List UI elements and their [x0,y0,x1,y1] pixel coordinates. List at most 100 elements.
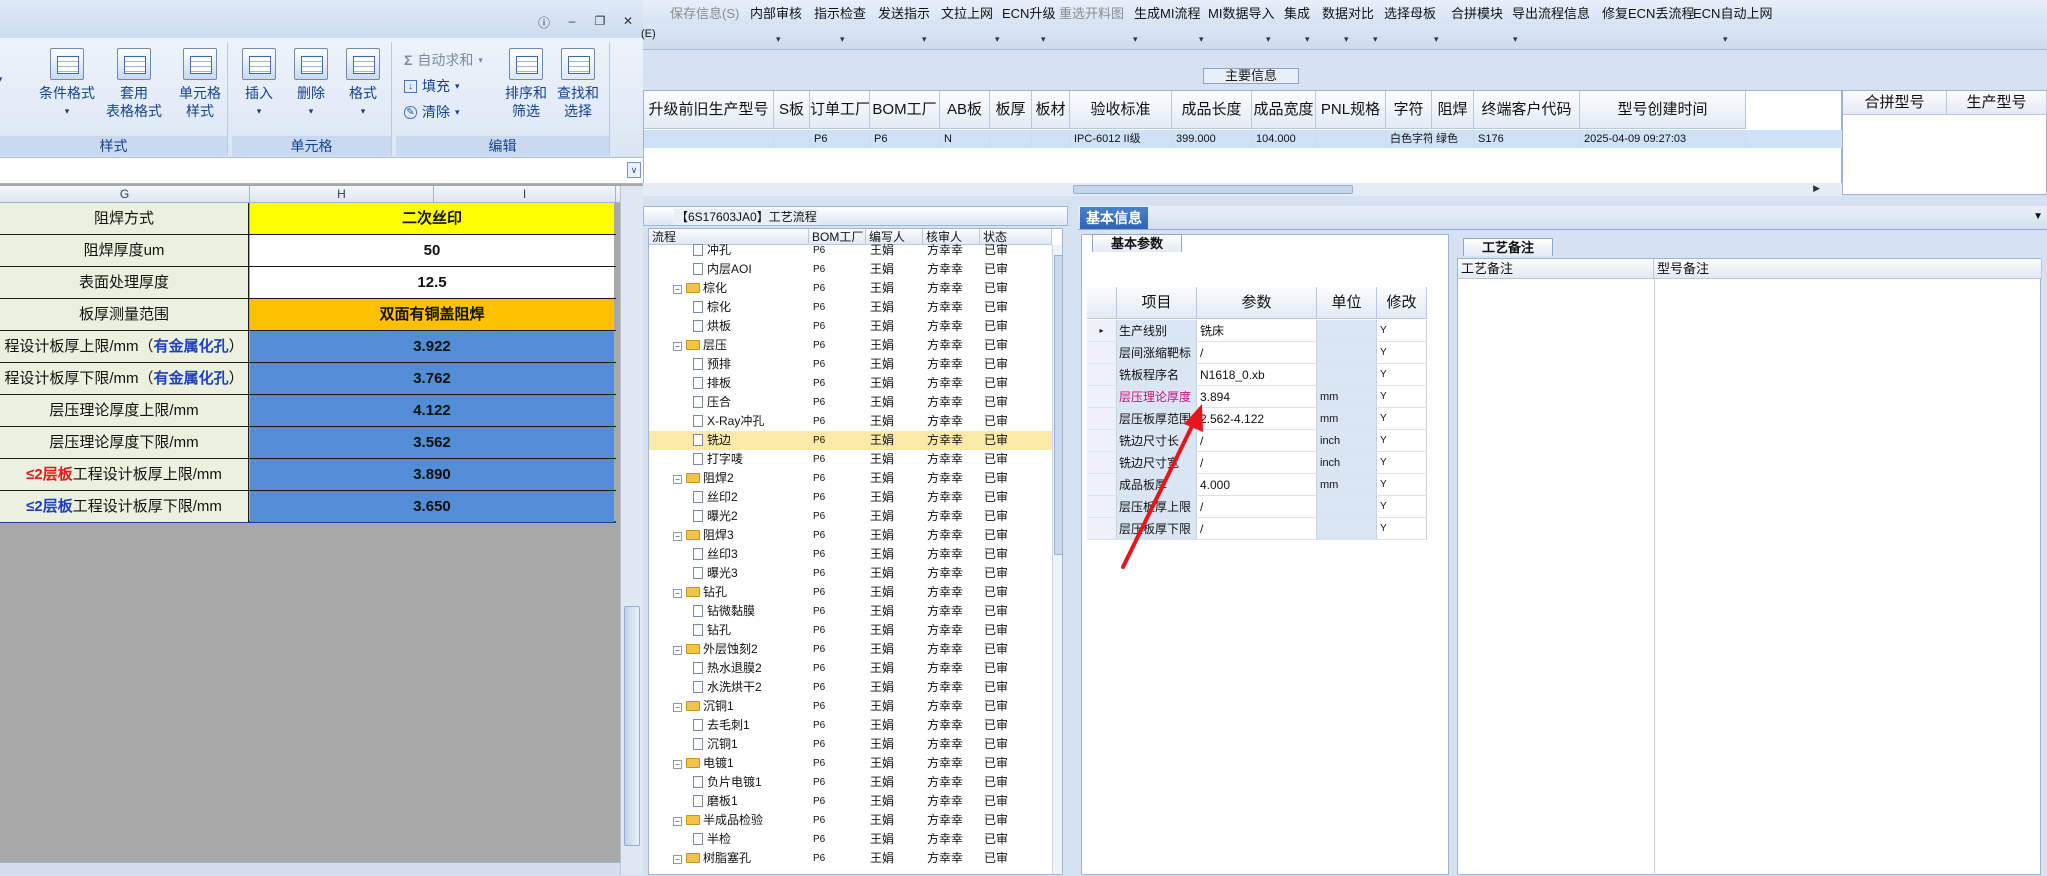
tree-row[interactable]: X-Ray冲孔 P6 王娟 方幸幸 已审核 [649,412,1062,431]
tree-row[interactable]: − 层压 P6 王娟 方幸幸 已审核 [649,336,1062,355]
cell-style-button[interactable]: 单元格 样式 [170,48,230,120]
find-select-button[interactable]: 查找和 选择 [552,48,604,120]
table-cell[interactable] [990,130,1032,148]
column-header[interactable]: BOM工厂 [870,91,940,129]
chevron-down-icon[interactable]: ▾ [1434,34,1439,45]
param-row[interactable]: 铣边尺寸长 / inch Y [1087,430,1427,452]
main-info-horizontal-scrollbar[interactable]: ▶ [643,183,1842,196]
sheet-value-cell[interactable]: 3.762 [250,363,614,394]
tree-row[interactable]: 烘板 P6 王娟 方幸幸 已审核 [649,317,1062,336]
tree-row[interactable]: − 阻焊3 P6 王娟 方幸幸 已审核 [649,526,1062,545]
sheet-value-cell[interactable]: 3.890 [250,459,614,490]
param-column-header[interactable]: 单位 [1317,287,1377,319]
sheet-label-cell[interactable]: 程设计板厚上限/mm（有金属化孔） [0,331,249,362]
param-row[interactable]: 铣板程序名 N1618_0.xb Y [1087,364,1427,386]
param-value[interactable]: 2.562-4.122 [1197,408,1317,429]
tree-row[interactable]: 钻微黏膜 P6 王娟 方幸幸 已审核 [649,602,1062,621]
sheet-label-cell[interactable]: 阻焊方式 [0,203,249,234]
column-header[interactable]: 板厚 [990,91,1032,129]
tree-row[interactable]: 曝光3 P6 王娟 方幸幸 已审核 [649,564,1062,583]
table-cell[interactable]: 399.000 [1172,130,1252,148]
param-row[interactable]: 层间涨缩靶标 / Y [1087,342,1427,364]
menu-item[interactable]: 集成 [1284,3,1310,22]
param-row[interactable]: 层压板厚下限 / Y [1087,518,1427,540]
tab-basic-info[interactable]: 基本信息 [1080,207,1148,229]
tree-row[interactable]: 丝印3 P6 王娟 方幸幸 已审核 [649,545,1062,564]
tree-row[interactable]: 负片电镀1 P6 王娟 方幸幸 已审核 [649,773,1062,792]
sheet-value-cell[interactable]: 3.562 [250,427,614,458]
param-row[interactable]: 铣边尺寸宽 / inch Y [1087,452,1427,474]
sheet-label-cell[interactable]: 层压理论厚度下限/mm [0,427,249,458]
column-header-i[interactable]: I [434,186,616,203]
table-cell[interactable]: 绿色 [1432,130,1474,148]
chevron-down-icon[interactable]: ▾ [776,34,781,45]
table-cell[interactable] [1316,130,1386,148]
sheet-value-cell[interactable]: 3.922 [250,331,614,362]
tree-row[interactable]: 内层AOI P6 王娟 方幸幸 已审核 [649,260,1062,279]
menu-item[interactable]: ECN升级 [1002,3,1055,22]
tree-row[interactable]: 水洗烘干2 P6 王娟 方幸幸 已审核 [649,678,1062,697]
param-value[interactable]: / [1197,452,1317,473]
tree-row[interactable]: 铣边 P6 王娟 方幸幸 已审核 [649,431,1062,450]
tree-row[interactable]: 半检 P6 王娟 方幸幸 已审核 [649,830,1062,849]
table-cell[interactable]: 白色字符 [1386,130,1434,148]
collapse-icon[interactable]: − [673,589,682,598]
sort-filter-button[interactable]: 排序和 筛选 [500,48,552,120]
sheet-label-cell[interactable]: 阻焊厚度um [0,235,249,266]
tree-row[interactable]: − 树脂塞孔 P6 王娟 方幸幸 已审核 [649,849,1062,868]
tree-row[interactable]: − 外层蚀刻2 P6 王娟 方幸幸 已审核 [649,640,1062,659]
collapse-icon[interactable]: − [673,475,682,484]
column-header[interactable]: 板材 [1032,91,1070,129]
remark-grid[interactable]: 工艺备注 型号备注 [1457,258,2042,876]
menu-item[interactable]: 指示检查 [814,3,866,22]
menu-item[interactable]: 导出流程信息 [1512,3,1590,22]
insert-button[interactable]: 插入 ▾ [234,48,284,120]
menu-item[interactable]: 合拼模块 [1451,3,1503,22]
param-row[interactable]: 成品板厚 4.000 mm Y [1087,474,1427,496]
param-row[interactable]: ▸ 生产线别 铣床 Y [1087,320,1427,342]
param-row[interactable]: 层压板厚范围 2.562-4.122 mm Y [1087,408,1427,430]
column-header[interactable]: 成品长度 [1172,91,1252,129]
tree-row[interactable]: 打字唛 P6 王娟 方幸幸 已审核 [649,450,1062,469]
table-cell[interactable]: S176 [1474,130,1580,148]
clear-button[interactable]: ✎ 清除 ▾ [404,102,460,122]
sheet-value-cell[interactable]: 50 [250,235,614,266]
column-header[interactable]: 生产型号 [1947,91,2047,115]
column-header[interactable]: 阻焊 [1432,91,1474,129]
collapse-icon[interactable]: − [673,342,682,351]
chevron-down-icon[interactable]: ▾ [1266,34,1271,45]
tree-vertical-scrollbar[interactable] [1052,245,1062,874]
autosum-button[interactable]: Σ 自动求和 ▾ [404,50,483,70]
tab-basic-params[interactable]: 基本参数 [1092,234,1182,252]
minimize-icon[interactable]: – [563,14,581,31]
sheet-value-cell[interactable]: 双面有铜盖阻焊 [250,299,614,330]
close-icon[interactable]: ✕ [619,14,637,31]
chevron-down-icon[interactable]: ▾ [1723,34,1728,45]
menu-item[interactable]: 文拉上网 [941,3,993,22]
sheet-value-cell[interactable]: 12.5 [250,267,614,298]
column-header[interactable]: PNL规格 [1316,91,1386,129]
column-header[interactable]: 字符 [1386,91,1432,129]
tree-row[interactable]: − 沉铜1 P6 王娟 方幸幸 已审核 [649,697,1062,716]
param-column-header[interactable]: 修改 [1377,287,1427,319]
chevron-down-icon[interactable]: ▾ [995,34,1000,45]
table-cell[interactable]: IPC-6012 II级 [1070,130,1172,148]
sheet-label-cell[interactable]: 层压理论厚度上限/mm [0,395,249,426]
tree-row[interactable]: 钻孔 P6 王娟 方幸幸 已审核 [649,621,1062,640]
sheet-value-cell[interactable]: 二次丝印 [250,203,614,234]
param-value[interactable]: 4.000 [1197,474,1317,495]
sheet-label-cell[interactable]: 程设计板厚下限/mm（有金属化孔） [0,363,249,394]
menu-item[interactable]: ECN自动上网 [1693,3,1772,22]
collapse-icon[interactable]: − [673,285,682,294]
scrollbar-thumb[interactable] [1054,255,1062,555]
sheet-horizontal-scrollbar[interactable] [0,862,620,875]
table-format-button[interactable]: 套用 表格格式 [100,48,168,120]
param-value[interactable]: / [1197,496,1317,517]
menu-item[interactable]: MI数据导入 [1208,3,1274,22]
column-header[interactable]: 订单工厂 [810,91,870,129]
collapse-icon[interactable]: − [673,646,682,655]
table-cell[interactable]: P6 [870,130,940,148]
tree-row[interactable]: 热水退膜2 P6 王娟 方幸幸 已审核 [649,659,1062,678]
panel-menu-chevron-icon[interactable]: ▼ [2033,211,2043,222]
menu-item[interactable]: 数据对比 [1322,3,1374,22]
